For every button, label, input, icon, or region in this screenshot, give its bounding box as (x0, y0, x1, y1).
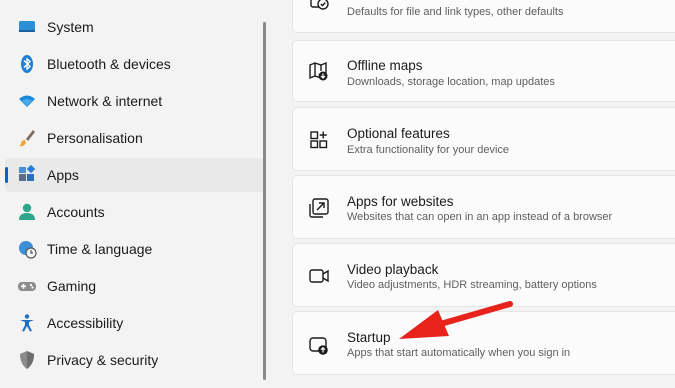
card-offline-maps[interactable]: Offline maps Downloads, storage location… (292, 40, 675, 102)
card-subtitle: Video adjustments, HDR streaming, batter… (347, 279, 597, 291)
sidebar-item-network[interactable]: Network & internet (5, 84, 264, 118)
sidebar-item-time-language[interactable]: Time & language (5, 232, 264, 266)
sidebar-item-label: Bluetooth & devices (47, 56, 171, 72)
card-video-playback[interactable]: Video playback Video adjustments, HDR st… (292, 243, 675, 307)
system-icon (17, 17, 37, 37)
apps-icon (17, 164, 37, 185)
sidebar-item-accessibility[interactable]: Accessibility (5, 306, 264, 340)
apps-settings-list: Defaults for file and link types, other … (292, 0, 675, 388)
sidebar-item-accounts[interactable]: Accounts (5, 195, 264, 229)
brush-icon (17, 128, 37, 148)
startup-icon (308, 334, 330, 356)
sidebar-item-label: System (47, 19, 94, 35)
sidebar-item-label: Time & language (47, 241, 153, 257)
optional-features-icon (308, 129, 330, 151)
sidebar-item-personalisation[interactable]: Personalisation (5, 121, 264, 155)
card-title: Startup (347, 330, 391, 345)
sidebar-item-label: Gaming (47, 278, 97, 294)
card-subtitle: Downloads, storage location, map updates (347, 76, 555, 88)
bluetooth-icon (17, 54, 37, 74)
video-icon (308, 265, 330, 287)
sidebar-item-gaming[interactable]: Gaming (5, 269, 264, 303)
card-title: Offline maps (347, 58, 423, 73)
sidebar-item-label: Accounts (47, 204, 105, 220)
card-subtitle: Extra functionality for your device (347, 144, 510, 156)
sidebar-item-label: Network & internet (47, 93, 163, 109)
accessibility-icon (17, 313, 37, 333)
card-apps-for-websites[interactable]: Apps for websites Websites that can open… (292, 175, 675, 239)
card-startup[interactable]: Startup Apps that start automatically wh… (292, 311, 675, 375)
sidebar-item-label: Privacy & security (47, 352, 159, 368)
sidebar-item-apps[interactable]: Apps (5, 158, 264, 192)
default-apps-icon (308, 0, 330, 15)
card-optional-features[interactable]: Optional features Extra functionality fo… (292, 107, 675, 171)
wifi-icon (17, 91, 37, 111)
globe-clock-icon (17, 239, 37, 259)
gamepad-icon (17, 276, 37, 296)
sidebar: System Bluetooth & devices Network & int… (0, 0, 270, 388)
card-default-apps[interactable]: Defaults for file and link types, other … (292, 0, 675, 33)
open-in-app-icon (308, 197, 330, 219)
sidebar-scrollbar[interactable] (263, 22, 266, 380)
card-title: Optional features (347, 126, 450, 141)
card-subtitle: Apps that start automatically when you s… (347, 347, 571, 359)
sidebar-item-system[interactable]: System (5, 10, 264, 44)
sidebar-item-privacy[interactable]: Privacy & security (5, 343, 264, 377)
card-title: Video playback (347, 262, 439, 277)
card-subtitle: Websites that can open in an app instead… (347, 211, 613, 223)
card-title: Apps for websites (347, 194, 454, 209)
person-icon (17, 202, 37, 222)
sidebar-item-label: Accessibility (47, 315, 124, 331)
sidebar-item-label: Apps (47, 167, 79, 183)
card-subtitle: Defaults for file and link types, other … (347, 6, 564, 18)
sidebar-item-bluetooth[interactable]: Bluetooth & devices (5, 47, 264, 81)
sidebar-item-label: Personalisation (47, 130, 143, 146)
shield-icon (17, 350, 37, 370)
map-icon (308, 61, 330, 83)
selection-indicator (5, 167, 8, 183)
